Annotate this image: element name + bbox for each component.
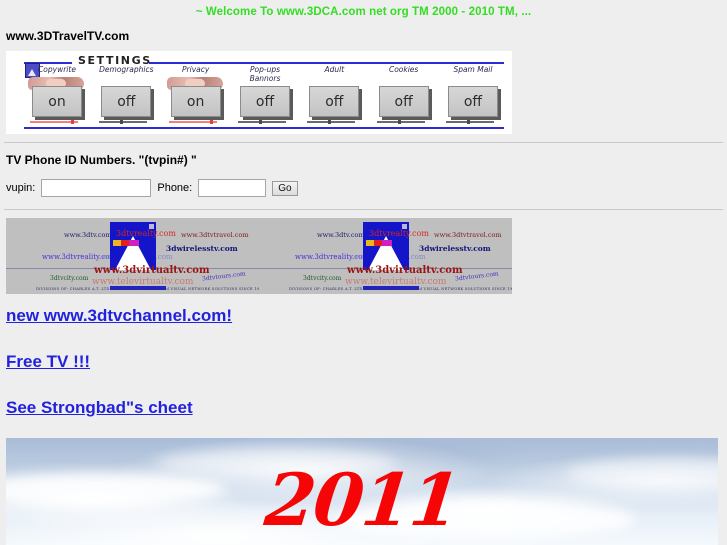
pin-form: vupin: Phone: Go bbox=[0, 167, 727, 201]
toggle-value: off bbox=[394, 93, 413, 110]
settings-rule-bottom bbox=[24, 127, 504, 129]
phone-label: Phone: bbox=[157, 182, 193, 194]
banner-fineprint: DIVISIONS OF: CHARLES A.T. LTD. PIONEERI… bbox=[289, 287, 512, 291]
banner-text: 3dwirelesstv.com bbox=[166, 244, 238, 253]
toggle-slider[interactable] bbox=[99, 120, 148, 124]
settings-toggle-row: Copywrite on Demographics off Privacy on bbox=[26, 65, 504, 126]
welcome-marquee-text: ~ Welcome To www.3DCA.com net org TM 200… bbox=[195, 6, 532, 18]
toggle-switch[interactable]: on bbox=[32, 86, 82, 117]
divider-top bbox=[4, 142, 723, 143]
toggle-switch[interactable]: off bbox=[447, 86, 498, 117]
sky-footer-image: 2011 bbox=[6, 438, 718, 545]
link-list: new www.3dtvchannel.com! Free TV !!! See… bbox=[0, 294, 727, 418]
toggle-copywrite[interactable]: Copywrite on bbox=[26, 65, 88, 126]
toggle-demographics[interactable]: Demographics off bbox=[95, 65, 157, 126]
banner-text: www.3dtvtravel.com bbox=[434, 231, 502, 239]
logo-color-chip bbox=[113, 240, 139, 246]
toggle-cookies[interactable]: Cookies off bbox=[373, 65, 435, 126]
toggle-label: Pop-ups Bannors bbox=[249, 65, 281, 83]
toggle-label: Copywrite bbox=[38, 65, 76, 74]
toggle-value: off bbox=[463, 93, 483, 110]
toggle-slider[interactable] bbox=[445, 120, 494, 124]
toggle-switch[interactable]: on bbox=[170, 86, 221, 117]
logo-color-chip bbox=[366, 240, 392, 246]
toggle-label: Privacy bbox=[182, 65, 210, 74]
banner-text: 3dtvrealty.com bbox=[369, 229, 429, 238]
toggle-spam-mail[interactable]: Spam Mail off bbox=[442, 65, 504, 126]
toggle-value: on bbox=[48, 93, 66, 110]
toggle-slider[interactable] bbox=[307, 120, 356, 124]
link-row: See Strongbad"s cheet bbox=[6, 398, 727, 418]
banner-text: 3dwirelesstv.com bbox=[419, 244, 491, 253]
divider-bottom bbox=[4, 209, 723, 210]
banner-text: www.3dtv.com bbox=[317, 231, 365, 239]
link-row: Free TV !!! bbox=[6, 352, 727, 398]
link-free-tv[interactable]: Free TV !!! bbox=[6, 352, 90, 372]
banner-text: www.3dvirtualtv.com bbox=[347, 265, 463, 276]
toggle-label: Cookies bbox=[388, 65, 419, 74]
toggle-slider[interactable] bbox=[30, 120, 78, 124]
toggle-slider[interactable] bbox=[376, 120, 425, 124]
toggle-slider[interactable] bbox=[168, 120, 217, 124]
banner-text: 3dtvcity.com bbox=[50, 275, 89, 282]
toggle-value: on bbox=[186, 93, 205, 110]
toggle-label: Adult bbox=[324, 65, 345, 74]
vupin-label: vupin: bbox=[6, 182, 36, 194]
banner-text: www.3dtvtravel.com bbox=[181, 231, 249, 239]
banner-text: www.3dtv.com bbox=[64, 231, 112, 239]
banner-fineprint: DIVISIONS OF: CHARLES A.T. LTD. PIONEERI… bbox=[36, 287, 259, 291]
welcome-marquee: ~ Welcome To www.3DCA.com net org TM 200… bbox=[0, 0, 727, 24]
toggle-value: off bbox=[255, 93, 275, 110]
toggle-adult[interactable]: Adult off bbox=[303, 65, 365, 126]
toggle-value: off bbox=[117, 93, 136, 110]
link-strongbad-cheet[interactable]: See Strongbad"s cheet bbox=[6, 398, 193, 418]
toggle-switch[interactable]: off bbox=[239, 86, 290, 117]
toggle-switch[interactable]: off bbox=[101, 86, 152, 117]
toggle-label: Spam Mail bbox=[453, 65, 493, 74]
banner-tile: www.3dtv.com www.3dtvreality.com www.3dt… bbox=[6, 218, 259, 294]
settings-panel-image: SETTINGS Copywrite on Demographics off P… bbox=[6, 51, 512, 134]
toggle-label: Demographics bbox=[99, 65, 154, 74]
page-root: ~ Welcome To www.3DCA.com net org TM 200… bbox=[0, 0, 727, 545]
year-text: 2011 bbox=[261, 457, 463, 542]
toggle-switch[interactable]: off bbox=[378, 86, 429, 117]
banner-text: 3dtvrealty.com bbox=[116, 229, 176, 238]
phone-input[interactable] bbox=[198, 179, 267, 197]
banner-tile: www.3dtv.com www.3dtvreality.com www.3dt… bbox=[259, 218, 512, 294]
banner-text: 3dtvcity.com bbox=[303, 275, 342, 282]
site-name: www.3DTravelTV.com bbox=[6, 29, 130, 43]
toggle-value: off bbox=[325, 93, 344, 110]
go-button[interactable]: Go bbox=[272, 180, 298, 196]
vupin-input[interactable] bbox=[41, 179, 152, 197]
banner-text: www.3dvirtualtv.com bbox=[94, 265, 210, 276]
toggle-slider[interactable] bbox=[237, 120, 286, 124]
link-row: new www.3dtvchannel.com! bbox=[6, 306, 727, 352]
toggle-privacy[interactable]: Privacy on bbox=[165, 65, 227, 126]
link-3dtvchannel[interactable]: new www.3dtvchannel.com! bbox=[6, 306, 232, 326]
domain-banner-image: www.3dtv.com www.3dtvreality.com www.3dt… bbox=[6, 218, 512, 294]
toggle-popups-banners[interactable]: Pop-ups Bannors off bbox=[234, 65, 296, 126]
pin-section-heading: TV Phone ID Numbers. "(tvpin#) " bbox=[6, 153, 197, 167]
settings-rule-right bbox=[149, 62, 504, 64]
toggle-switch[interactable]: off bbox=[309, 86, 360, 117]
